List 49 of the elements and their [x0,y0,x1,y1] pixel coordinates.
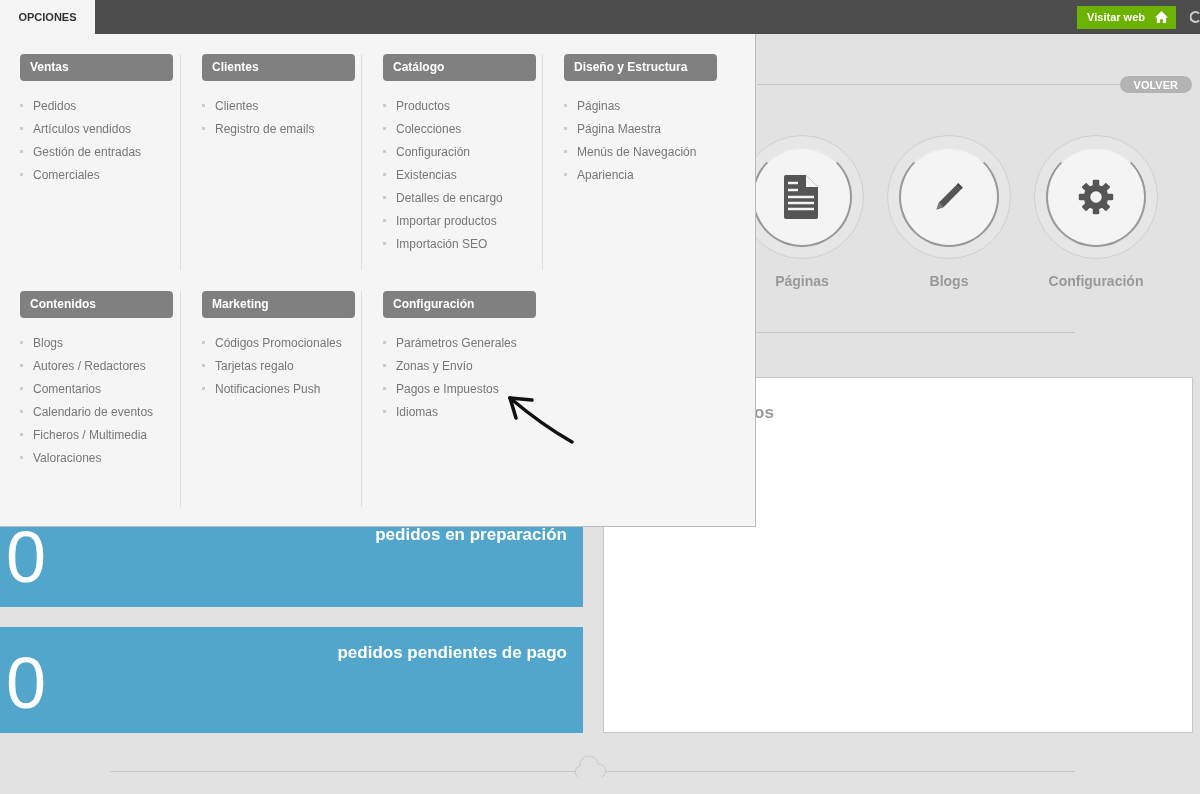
menu-section-header: Marketing [202,291,355,318]
menu-link[interactable]: Menús de Navegación [577,144,697,159]
menu-link[interactable]: Colecciones [396,121,462,136]
menu-section-header: Contenidos [20,291,173,318]
shortcut-label: Configuración [1048,273,1144,289]
menu-link[interactable]: Artículos vendidos [33,121,132,136]
menu-link[interactable]: Clientes [215,98,259,113]
menu-link[interactable]: Detalles de encargo [396,190,503,205]
menu-link[interactable]: Idiomas [396,404,439,419]
menu-link[interactable]: Configuración [396,144,471,159]
menu-link[interactable]: Registro de emails [215,121,315,136]
menu-section-header: Diseño y Estructura [564,54,717,81]
stat-number: 0 [6,521,47,593]
shortcut-label: Blogs [929,273,969,289]
document-icon [784,175,820,219]
menu-section-header: Ventas [20,54,173,81]
menu-link[interactable]: Pagos e Impuestos [396,381,499,396]
power-icon[interactable] [1190,10,1200,24]
menu-link[interactable]: Gestión de entradas [33,144,142,159]
menu-link[interactable]: Página Maestra [577,121,662,136]
menu-link[interactable]: Calendario de eventos [33,404,154,419]
menu-link[interactable]: Autores / Redactores [33,358,146,373]
menu-link[interactable]: Existencias [396,167,457,182]
home-icon [1155,11,1168,23]
menu-link[interactable]: Valoraciones [33,450,102,465]
stat-number: 0 [6,647,47,719]
menu-link[interactable]: Comentarios [33,381,102,396]
menu-link[interactable]: Importación SEO [396,236,488,251]
menu-link[interactable]: Ficheros / Multimedia [33,427,148,442]
menu-link[interactable]: Importar productos [396,213,497,228]
menu-link[interactable]: Blogs [33,335,64,350]
visit-web-button[interactable]: Visitar web [1077,5,1176,29]
stat-label: pedidos en preparación [375,525,567,545]
menu-link[interactable]: Zonas y Envío [396,358,473,373]
menu-link[interactable]: Comerciales [33,167,100,182]
menu-section-header: Clientes [202,54,355,81]
menu-link[interactable]: Parámetros Generales [396,335,517,350]
shortcut-label: Páginas [775,273,829,289]
options-tab[interactable]: OPCIONES [0,0,95,34]
menu-link[interactable]: Códigos Promocionales [215,335,342,350]
menu-section-header: Catálogo [383,54,536,81]
menu-section-header: Configuración [383,291,536,318]
menu-link[interactable]: Páginas [577,98,621,113]
menu-link[interactable]: Pedidos [33,98,77,113]
menu-link[interactable]: Tarjetas regalo [215,358,294,373]
menu-link[interactable]: Productos [396,98,451,113]
menu-link[interactable]: Notificaciones Push [215,381,321,396]
menu-link[interactable]: Apariencia [577,167,634,182]
stat-label: pedidos pendientes de pago [337,643,567,663]
